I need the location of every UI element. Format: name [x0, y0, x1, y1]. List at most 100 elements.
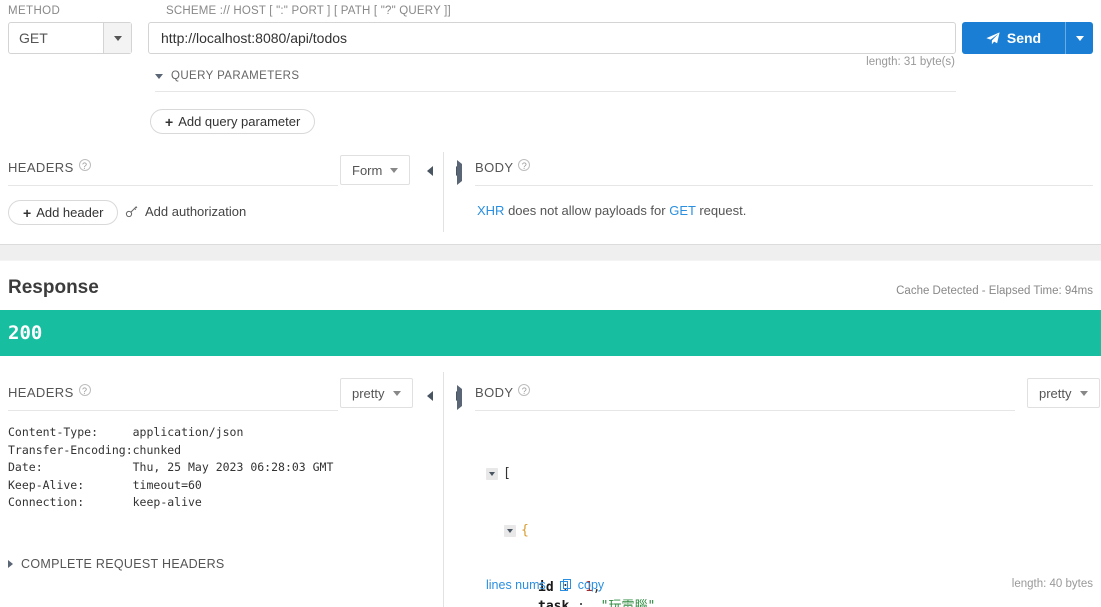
request-body-expand-toggle[interactable] [457, 160, 462, 185]
response-body-footer: lines nums copy [486, 578, 604, 592]
send-button-label: Send [1006, 30, 1042, 46]
response-body-format-select[interactable]: pretty [1027, 378, 1100, 408]
request-panel-collapse-left-button[interactable] [419, 160, 441, 182]
fold-toggle-icon[interactable] [504, 524, 516, 537]
response-headers-format-value: pretty [352, 385, 385, 401]
add-query-parameter-button[interactable]: + Add query parameter [150, 109, 316, 134]
request-body-label: BODY [475, 160, 514, 175]
triangle-right-icon [457, 160, 462, 185]
header-name: Transfer-Encoding: [8, 442, 133, 457]
request-headers-title: HEADERS ? [8, 159, 91, 175]
request-body-title: BODY ? [475, 159, 531, 175]
url-input-value: http://localhost:8080/api/todos [161, 30, 348, 46]
response-headers-title: HEADERS ? [8, 384, 91, 400]
triangle-right-icon [457, 385, 462, 410]
http-client-app: METHOD SCHEME :// HOST [ ":" PORT ] [ PA… [0, 0, 1101, 607]
copy-button[interactable]: copy [559, 578, 605, 592]
triangle-down-icon [155, 73, 163, 79]
header-value: timeout=60 [132, 477, 202, 492]
add-header-label: Add header [36, 205, 104, 220]
response-meta-text: Cache Detected - Elapsed Time: 94ms [896, 285, 1093, 297]
triangle-left-icon [427, 166, 433, 176]
lines-nums-label: lines nums [486, 578, 546, 592]
request-headers-format-value: Form [352, 162, 383, 178]
table-row: Keep-Alive: timeout=60 [8, 478, 333, 496]
header-name: Date: [8, 460, 43, 474]
response-headers-table: Content-Type: application/json Transfer-En… [8, 425, 333, 513]
request-body-note-middle: does not allow payloads for [504, 203, 670, 218]
response-body-title: BODY ? [475, 384, 531, 400]
fold-toggle-icon[interactable] [486, 467, 498, 480]
url-length-text: length: 31 byte(s) [866, 56, 955, 68]
chevron-down-icon [390, 167, 399, 173]
json-value: "玩電腦" [592, 599, 656, 607]
request-body-divider [475, 185, 1093, 186]
chevron-down-icon [1075, 35, 1084, 41]
plus-icon: + [23, 204, 32, 221]
method-select-value: GET [19, 30, 48, 46]
xhr-link[interactable]: XHR [477, 203, 504, 218]
plus-icon: + [165, 113, 174, 130]
status-code: 200 [8, 322, 43, 344]
response-headers-label: HEADERS [8, 385, 74, 400]
chevron-down-icon [1079, 390, 1088, 396]
url-field-label: SCHEME :// HOST [ ":" PORT ] [ PATH [ "?… [166, 5, 451, 17]
add-authorization-button[interactable]: Add authorization [125, 204, 246, 219]
json-key: task [538, 599, 570, 607]
header-value: Thu, 25 May 2023 06:28:03 GMT [132, 460, 334, 474]
header-name: Connection: [8, 495, 85, 509]
header-value: application/json [132, 425, 244, 439]
triangle-right-icon [8, 560, 13, 568]
json-separator: : [569, 599, 593, 607]
add-header-button[interactable]: + Add header [8, 200, 119, 225]
response-body-format-value: pretty [1039, 385, 1072, 401]
json-open-array: [ [503, 466, 511, 481]
json-line-open-object: { [486, 521, 663, 540]
json-open-object: { [521, 523, 529, 538]
response-status-bar: 200 [0, 310, 1101, 356]
table-row: Date: Thu, 25 May 2023 06:28:03 GMT [8, 460, 333, 478]
query-parameters-label: QUERY PARAMETERS [171, 70, 300, 82]
json-comma: , [655, 599, 664, 607]
method-select-arrow[interactable] [103, 23, 131, 53]
response-body-length-text: length: 40 bytes [1011, 578, 1093, 590]
method-field-label: METHOD [8, 5, 61, 17]
copy-label: copy [577, 578, 605, 592]
json-line-open-array: [ [486, 464, 663, 483]
response-headers-format-select[interactable]: pretty [340, 378, 413, 408]
response-panel-divider [443, 372, 444, 607]
help-icon[interactable]: ? [518, 159, 531, 171]
response-panel-collapse-left-button[interactable] [419, 385, 441, 407]
url-input[interactable]: http://localhost:8080/api/todos [148, 22, 956, 54]
chevron-down-icon [113, 35, 122, 41]
response-body-divider [475, 410, 1015, 411]
complete-request-headers-toggle[interactable]: COMPLETE REQUEST HEADERS [8, 557, 225, 571]
send-button[interactable]: Send [962, 22, 1093, 54]
complete-request-headers-label: COMPLETE REQUEST HEADERS [21, 557, 225, 571]
send-button-main[interactable]: Send [962, 22, 1065, 54]
add-query-parameter-label: Add query parameter [178, 114, 301, 129]
copy-icon [559, 578, 573, 592]
help-icon[interactable]: ? [78, 159, 91, 171]
request-body-note: XHR does not allow payloads for GET requ… [477, 203, 746, 218]
response-headers-divider [8, 410, 338, 411]
request-headers-label: HEADERS [8, 160, 74, 175]
request-headers-format-select[interactable]: Form [340, 155, 411, 185]
response-title: Response [8, 277, 99, 298]
help-icon[interactable]: ? [518, 384, 531, 396]
table-row: Transfer-Encoding: chunked [8, 443, 333, 461]
panel-split-handle[interactable] [0, 244, 1101, 261]
help-icon[interactable]: ? [78, 384, 91, 396]
response-body-expand-toggle[interactable] [457, 385, 462, 410]
json-line-field: task : "玩電腦", [486, 597, 663, 607]
get-method-link[interactable]: GET [669, 203, 696, 218]
lines-nums-button[interactable]: lines nums [486, 578, 546, 592]
query-parameters-header[interactable]: QUERY PARAMETERS [155, 70, 299, 82]
table-row: Content-Type: application/json [8, 425, 333, 443]
send-options-arrow[interactable] [1065, 22, 1093, 54]
header-value: chunked [132, 442, 182, 457]
paper-plane-icon [986, 31, 1000, 45]
key-icon [125, 205, 138, 218]
method-select[interactable]: GET [8, 22, 132, 54]
query-parameters-divider [155, 91, 956, 92]
